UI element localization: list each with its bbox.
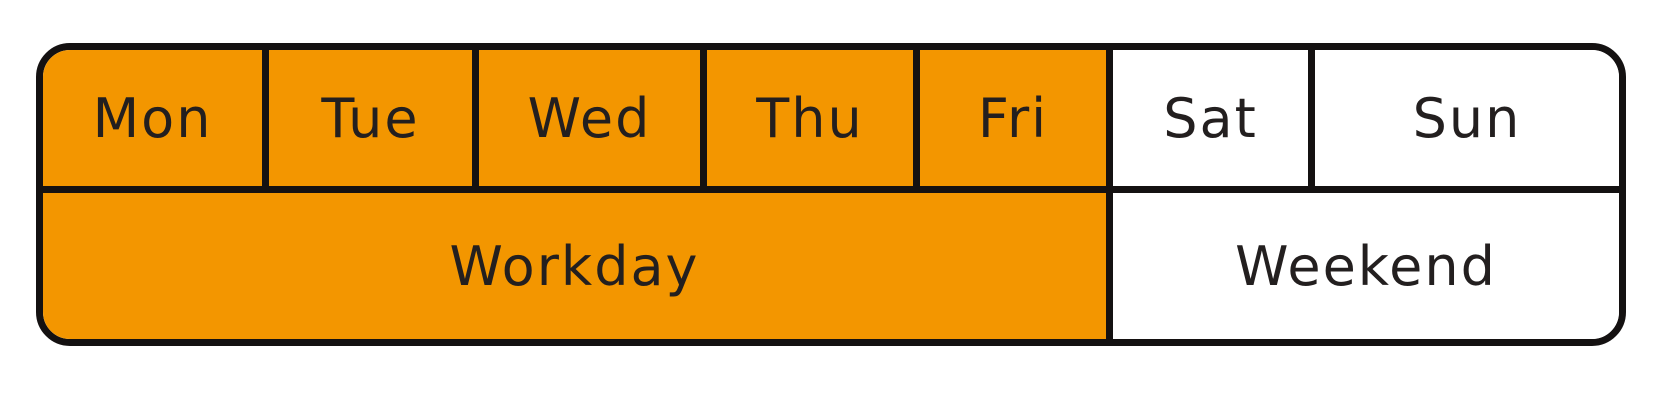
day-cell-sun: Sun [1315, 50, 1619, 186]
row-divider [43, 186, 1619, 193]
divider-workday-weekend [1106, 50, 1113, 339]
workday-cell: Workday [43, 193, 1106, 339]
divider-thu-fri [913, 50, 920, 189]
divider-wed-thu [700, 50, 707, 189]
day-label-sat: Sat [1163, 86, 1258, 150]
day-cell-mon: Mon [43, 50, 262, 186]
day-cell-wed: Wed [479, 50, 700, 186]
divider-tue-wed [472, 50, 479, 189]
weekend-label: Weekend [1235, 234, 1497, 298]
day-cell-fri: Fri [920, 50, 1106, 186]
week-diagram: Mon Tue Wed Thu Fri Sat Sun Workday Week… [36, 43, 1626, 346]
day-label-tue: Tue [321, 86, 420, 150]
day-label-thu: Thu [756, 86, 864, 150]
day-cell-sat: Sat [1113, 50, 1308, 186]
weekend-cell: Weekend [1113, 193, 1619, 339]
day-label-wed: Wed [527, 86, 652, 150]
day-label-mon: Mon [92, 86, 213, 150]
divider-mon-tue [262, 50, 269, 189]
workday-label: Workday [449, 234, 700, 298]
day-label-fri: Fri [977, 86, 1049, 150]
day-cell-tue: Tue [269, 50, 472, 186]
divider-sat-sun [1308, 50, 1315, 189]
day-label-sun: Sun [1412, 86, 1522, 150]
day-cell-thu: Thu [707, 50, 913, 186]
